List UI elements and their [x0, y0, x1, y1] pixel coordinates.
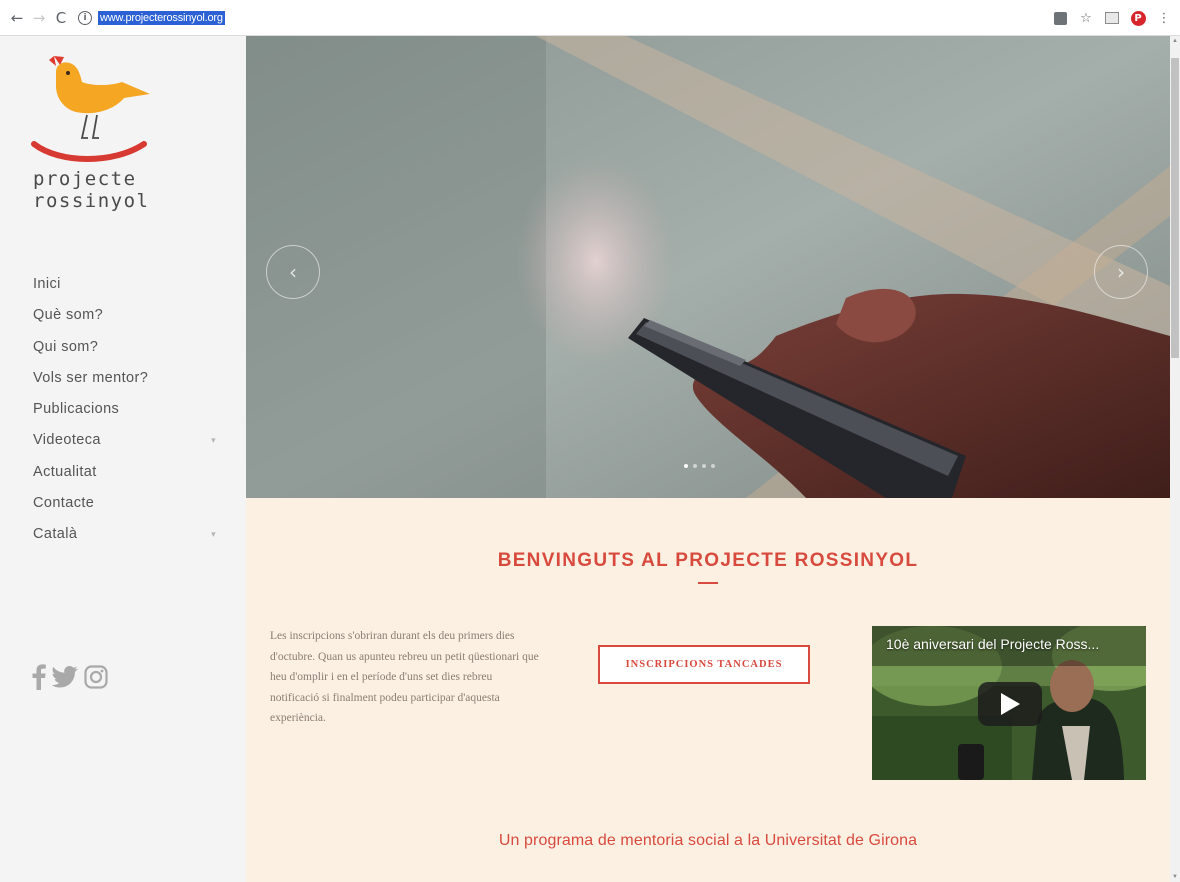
brand-line-1: projecte: [33, 168, 137, 190]
chevron-down-icon[interactable]: ▾: [211, 425, 216, 456]
slider-dot[interactable]: [684, 464, 688, 468]
welcome-section: BENVINGUTS AL PROJECTE ROSSINYOL Les ins…: [246, 498, 1170, 882]
extension-icon[interactable]: [1104, 10, 1120, 26]
facebook-icon[interactable]: [32, 664, 46, 695]
video-title[interactable]: 10è aniversari del Projecte Ross...: [886, 636, 1136, 652]
menu-item-language[interactable]: Català ▾: [33, 519, 228, 550]
sidebar: projecte rossinyol Inici Què som? Qui so…: [0, 36, 246, 882]
menu-item-qui-som[interactable]: Qui som?: [33, 332, 228, 363]
registrations-closed-button[interactable]: INSCRIPCIONS TANCADES: [598, 645, 810, 684]
pinterest-icon[interactable]: P: [1130, 10, 1146, 26]
forward-arrow-icon[interactable]: →: [28, 7, 50, 29]
reload-icon[interactable]: C: [50, 7, 72, 29]
slider-prev-button[interactable]: ‹: [266, 245, 320, 299]
play-icon[interactable]: [978, 682, 1042, 726]
back-arrow-icon[interactable]: ←: [6, 7, 28, 29]
slider-next-button[interactable]: ›: [1094, 245, 1148, 299]
menu-item-label: Publicacions: [33, 401, 120, 418]
menu-item-label: Què som?: [33, 307, 104, 324]
main-menu: Inici Què som? Qui som? Vols ser mentor?…: [33, 269, 228, 551]
slider-dot[interactable]: [702, 464, 706, 468]
menu-item-publicacions[interactable]: Publicacions: [33, 394, 228, 425]
extension-area: ☆ P ⋮: [1052, 0, 1172, 36]
translate-icon[interactable]: [1052, 10, 1068, 26]
slider-dot[interactable]: [711, 464, 715, 468]
address-bar[interactable]: www.projecterossinyol.org: [98, 10, 225, 25]
menu-item-label: Vols ser mentor?: [33, 369, 149, 386]
menu-item-label: Català: [33, 526, 78, 543]
scrollbar-thumb[interactable]: [1171, 58, 1179, 358]
scroll-down-icon[interactable]: ▼: [1171, 874, 1179, 880]
browser-menu-icon[interactable]: ⋮: [1156, 10, 1172, 26]
welcome-heading: BENVINGUTS AL PROJECTE ROSSINYOL: [497, 550, 919, 571]
menu-item-contacte[interactable]: Contacte: [33, 488, 228, 519]
menu-item-label: Videoteca: [33, 432, 101, 449]
chevron-down-icon[interactable]: ▾: [211, 519, 216, 550]
menu-item-label: Inici: [33, 276, 61, 292]
menu-item-label: Qui som?: [33, 338, 99, 355]
brand-name[interactable]: projecte rossinyol: [33, 168, 149, 212]
slider-dot[interactable]: [693, 464, 697, 468]
browser-toolbar: ← → C i www.projecterossinyol.org ☆ P ⋮: [0, 0, 1180, 36]
hero-slider[interactable]: ‹ ›: [246, 36, 1170, 498]
menu-item-vols-ser-mentor[interactable]: Vols ser mentor?: [33, 363, 228, 394]
registration-info: Les inscripcions s'obriran durant els de…: [270, 630, 539, 724]
slider-dots: [684, 464, 715, 468]
video-player[interactable]: 10è aniversari del Projecte Ross...: [872, 626, 1146, 780]
page-scrollbar[interactable]: ▲ ▼: [1170, 36, 1180, 882]
menu-item-label: Contacte: [33, 495, 95, 512]
site-info-icon[interactable]: i: [78, 10, 92, 25]
bird-logo-icon[interactable]: [30, 46, 160, 166]
scroll-up-icon[interactable]: ▲: [1171, 38, 1179, 44]
heading-underline: [698, 582, 718, 584]
hero-image: [246, 36, 1170, 498]
twitter-icon[interactable]: [51, 666, 78, 693]
menu-item-actualitat[interactable]: Actualitat: [33, 457, 228, 488]
menu-item-label: Actualitat: [33, 463, 97, 480]
bookmark-star-icon[interactable]: ☆: [1078, 10, 1094, 26]
menu-item-que-som[interactable]: Què som?: [33, 300, 228, 331]
menu-item-inici[interactable]: Inici: [33, 269, 228, 300]
social-links: [32, 664, 108, 695]
tagline: Un programa de mentoria social a la Univ…: [498, 832, 918, 849]
menu-item-videoteca[interactable]: Videoteca ▾: [33, 425, 228, 456]
instagram-icon[interactable]: [84, 665, 108, 694]
brand-line-2: rossinyol: [33, 190, 150, 212]
